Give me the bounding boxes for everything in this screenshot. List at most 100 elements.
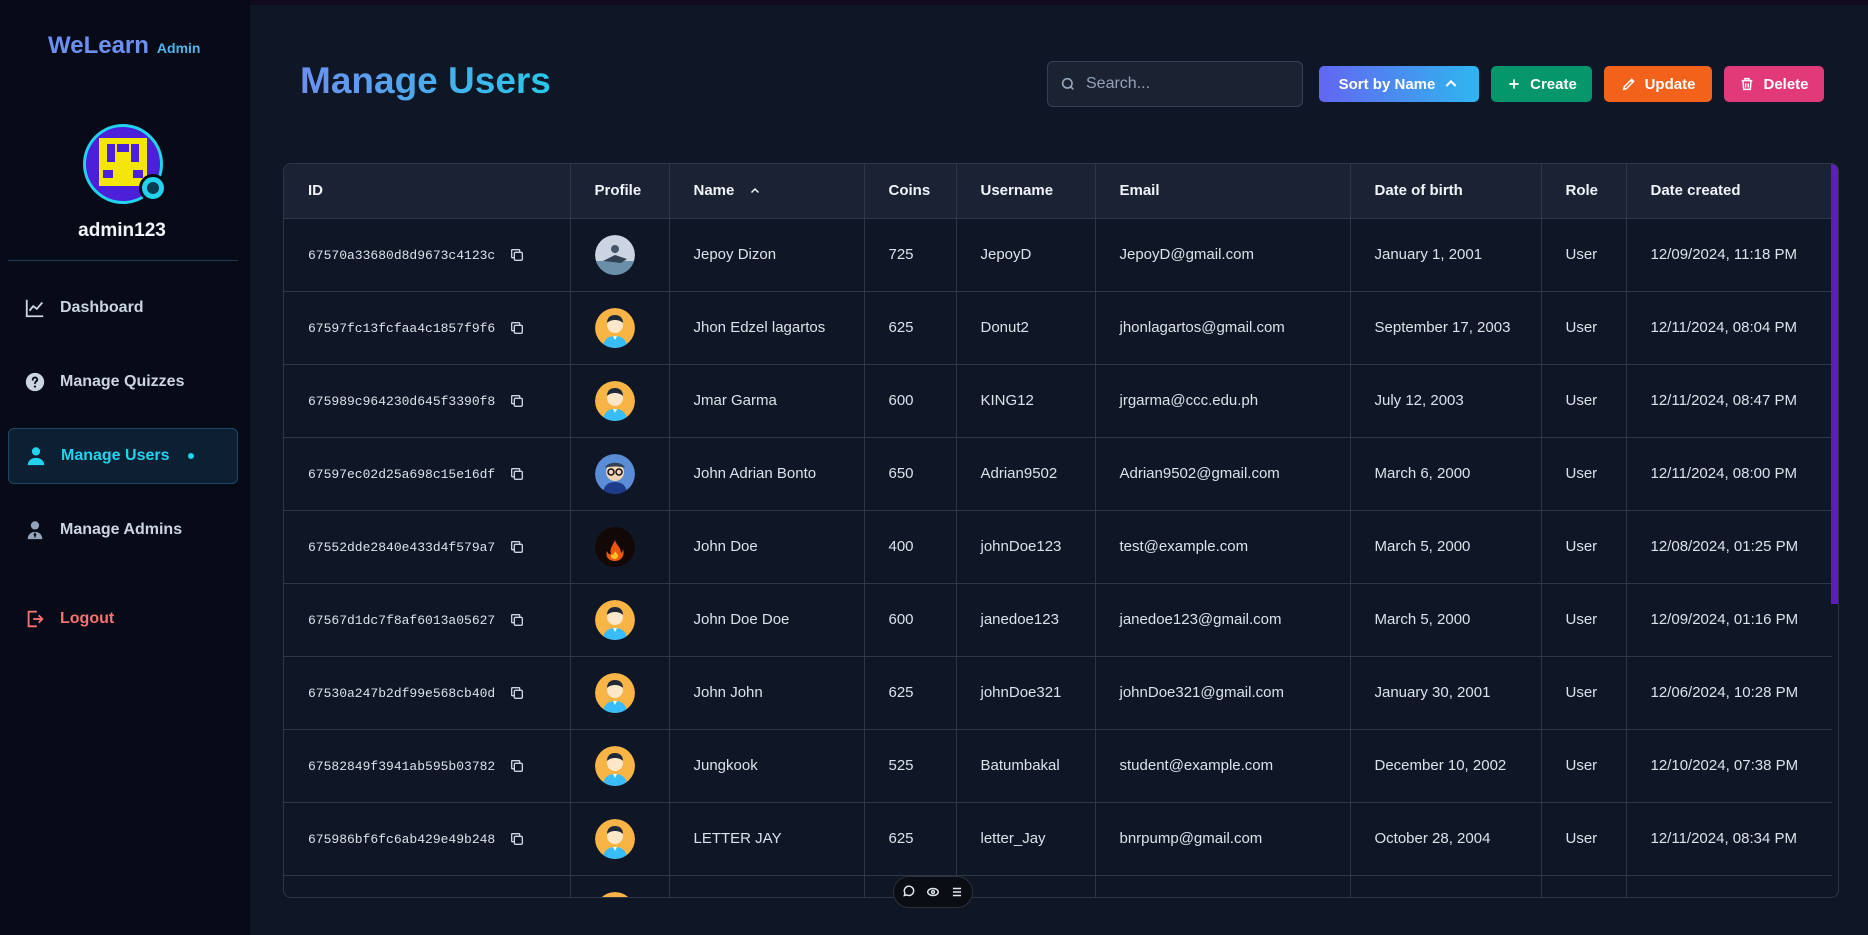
- cell-coins: 400: [864, 510, 957, 584]
- table-row[interactable]: [284, 875, 1832, 897]
- user-avatar[interactable]: [594, 307, 669, 348]
- create-button[interactable]: Create: [1491, 66, 1592, 102]
- copy-icon[interactable]: [509, 466, 525, 482]
- table-row[interactable]: 67552dde2840e433d4f579a7 John Doe 400 johnD…: [284, 510, 1832, 584]
- cell-id[interactable]: 675986bf6fc6ab429e49b248: [284, 802, 571, 876]
- column-header-role[interactable]: Role: [1541, 164, 1627, 219]
- eye-icon[interactable]: [926, 885, 940, 899]
- cell-id[interactable]: 67597ec02d25a698c15e16df: [284, 437, 571, 511]
- column-header-name[interactable]: Name: [669, 164, 865, 219]
- column-header-date-created[interactable]: Date created: [1626, 164, 1832, 219]
- cell-username: Batumbakal: [956, 729, 1096, 803]
- copy-icon[interactable]: [509, 612, 525, 628]
- table-header-row: ID Profile Name Coins Username Email Dat…: [284, 164, 1832, 219]
- cell-profile: [570, 218, 670, 292]
- cell-id[interactable]: 675989c964230d645f3390f8: [284, 364, 571, 438]
- table-row[interactable]: 67597ec02d25a698c15e16df John Adrian Bont…: [284, 437, 1832, 511]
- sidebar-divider: [8, 260, 238, 261]
- copy-icon[interactable]: [509, 320, 525, 336]
- table-row[interactable]: 67530a247b2df99e568cb40d John John 625 john…: [284, 656, 1832, 730]
- table-row[interactable]: 67567d1dc7f8af6013a05627 John Doe Doe 600 j…: [284, 583, 1832, 657]
- cell-date-created: 12/09/2024, 01:16 PM: [1626, 583, 1832, 657]
- cell-id[interactable]: 67582849f3941ab595b03782: [284, 729, 571, 803]
- cell-email: bnrpump@gmail.com: [1095, 802, 1351, 876]
- chat-bubble-icon[interactable]: [902, 885, 916, 899]
- cell-id[interactable]: 67597fc13fcfaa4c1857f9f6: [284, 291, 571, 365]
- user-avatar[interactable]: [595, 891, 669, 897]
- delete-button[interactable]: Delete: [1724, 66, 1824, 102]
- admin-avatar[interactable]: [83, 124, 167, 204]
- user-id: 675989c964230d645f3390f8: [308, 393, 496, 409]
- cell-name: Jungkook: [669, 729, 865, 803]
- column-header-id[interactable]: ID: [284, 164, 571, 219]
- cell-id[interactable]: 67570a33680d8d9673c4123c: [284, 218, 571, 292]
- sidebar-item-manage-users[interactable]: Manage Users: [8, 428, 238, 484]
- copy-icon[interactable]: [509, 539, 525, 555]
- column-header-date-of-birth[interactable]: Date of birth: [1350, 164, 1542, 219]
- copy-icon[interactable]: [509, 758, 525, 774]
- column-header-email[interactable]: Email: [1095, 164, 1351, 219]
- cell-date-of-birth: January 1, 2001: [1350, 218, 1542, 292]
- cell-date-of-birth: March 6, 2000: [1350, 437, 1542, 511]
- user-avatar[interactable]: [594, 526, 669, 567]
- menu-icon[interactable]: [950, 885, 964, 899]
- user-avatar[interactable]: [594, 453, 669, 494]
- user-avatar[interactable]: [594, 380, 669, 421]
- table-row[interactable]: 67570a33680d8d9673c4123c Jepoy Dizon 725 Je…: [284, 218, 1832, 292]
- cell-name: Jepoy Dizon: [669, 218, 865, 292]
- column-header-profile[interactable]: Profile: [570, 164, 670, 219]
- sidebar-item-manage-quizzes[interactable]: Manage Quizzes: [8, 354, 238, 410]
- update-button[interactable]: Update: [1604, 66, 1712, 102]
- plus-icon: [1509, 79, 1519, 89]
- cell-profile: [570, 291, 670, 365]
- cell-coins: 600: [864, 583, 957, 657]
- cell-role: [1541, 875, 1627, 897]
- user-id: 67597ec02d25a698c15e16df: [308, 466, 496, 482]
- cell-date-created: 12/10/2024, 07:38 PM: [1626, 729, 1832, 803]
- copy-icon[interactable]: [509, 831, 525, 847]
- copy-icon[interactable]: [509, 247, 525, 263]
- cell-date-created: [1626, 875, 1832, 897]
- brand[interactable]: WeLearn Admin: [48, 32, 200, 60]
- column-header-label: Role: [1565, 182, 1599, 200]
- cell-coins: 625: [864, 656, 957, 730]
- cell-id[interactable]: [284, 875, 571, 897]
- cell-role: User: [1541, 656, 1627, 730]
- cell-date-created: 12/11/2024, 08:04 PM: [1626, 291, 1832, 365]
- search-box[interactable]: [1047, 61, 1303, 107]
- user-avatar[interactable]: [594, 672, 669, 713]
- user-id: 67582849f3941ab595b03782: [308, 758, 496, 774]
- cell-role: User: [1541, 729, 1627, 803]
- search-input[interactable]: [1086, 75, 1286, 93]
- users-table-container: ID Profile Name Coins Username Email Dat…: [283, 163, 1839, 898]
- column-header-coins[interactable]: Coins: [864, 164, 957, 219]
- user-avatar[interactable]: [594, 599, 669, 640]
- user-id: 67552dde2840e433d4f579a7: [308, 539, 496, 555]
- table-scrollbar[interactable]: [1831, 164, 1838, 604]
- user-avatar[interactable]: [594, 234, 669, 275]
- cell-id[interactable]: 67530a247b2df99e568cb40d: [284, 656, 571, 730]
- user-avatar[interactable]: [594, 745, 669, 786]
- cell-profile: [570, 437, 670, 511]
- brand-tag: Admin: [156, 40, 201, 56]
- cell-date-created: 12/11/2024, 08:00 PM: [1626, 437, 1832, 511]
- column-header-label: ID: [308, 182, 323, 200]
- cell-id[interactable]: 67552dde2840e433d4f579a7: [284, 510, 571, 584]
- sort-by-name-button[interactable]: Sort by Name: [1319, 66, 1479, 102]
- sidebar-item-manage-admins[interactable]: Manage Admins: [8, 502, 238, 558]
- cell-coins: 725: [864, 218, 957, 292]
- sidebar-item-dashboard[interactable]: Dashboard: [8, 280, 238, 336]
- table-row[interactable]: 675986bf6fc6ab429e49b248 LETTER JAY 625 let…: [284, 802, 1832, 876]
- copy-icon[interactable]: [509, 685, 525, 701]
- copy-icon[interactable]: [509, 393, 525, 409]
- logout-button[interactable]: Logout: [8, 591, 238, 647]
- column-header-username[interactable]: Username: [956, 164, 1096, 219]
- table-row[interactable]: 675989c964230d645f3390f8 Jmar Garma 600 KIN…: [284, 364, 1832, 438]
- cell-id[interactable]: 67567d1dc7f8af6013a05627: [284, 583, 571, 657]
- table-row[interactable]: 67597fc13fcfaa4c1857f9f6 Jhon Edzel lagar…: [284, 291, 1832, 365]
- cell-date-of-birth: December 10, 2002: [1350, 729, 1542, 803]
- cell-date-of-birth: October 28, 2004: [1350, 802, 1542, 876]
- table-row[interactable]: 67582849f3941ab595b03782 Jungkook 525 Batum…: [284, 729, 1832, 803]
- cell-name: LETTER JAY: [669, 802, 865, 876]
- user-avatar[interactable]: [594, 818, 669, 859]
